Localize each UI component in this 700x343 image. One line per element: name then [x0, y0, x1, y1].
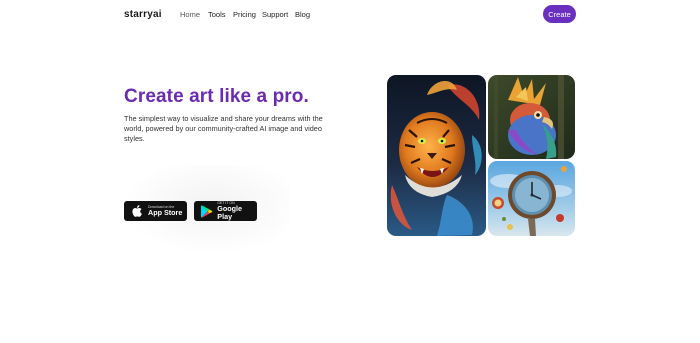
google-play-label: Google Play [217, 204, 243, 221]
nav-home-link[interactable]: Home [180, 10, 200, 19]
top-navbar: starryai Home Tools Pricing Support Blog… [0, 0, 700, 30]
apple-icon [129, 203, 145, 219]
tiger-artwork[interactable] [387, 75, 486, 236]
hero-subtitle: The simplest way to visualize and share … [124, 114, 323, 143]
google-play-icon [199, 203, 214, 219]
app-store-button[interactable]: Download on the App Store [124, 201, 187, 221]
nav-support-link[interactable]: Support [262, 10, 288, 19]
nav-pricing-link[interactable]: Pricing [233, 10, 256, 19]
create-button[interactable]: Create [543, 5, 576, 23]
nav-blog-link[interactable]: Blog [295, 10, 310, 19]
hero-title: Create art like a pro. [124, 86, 309, 107]
bird-artwork[interactable] [488, 75, 575, 159]
app-store-label: App Store [148, 208, 183, 217]
clock-artwork[interactable] [488, 161, 575, 236]
nav-tools-link[interactable]: Tools [208, 10, 226, 19]
logo[interactable]: starryai [124, 9, 162, 20]
google-play-button[interactable]: GET IT ON Google Play [194, 201, 257, 221]
